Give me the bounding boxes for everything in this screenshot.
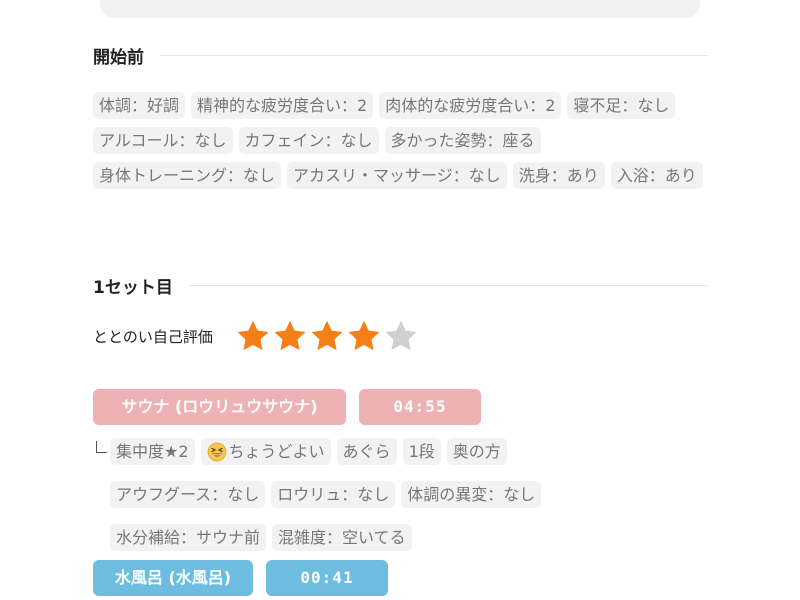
divider	[188, 285, 708, 286]
tag-crowd: 混雑度：空いてる	[272, 524, 412, 551]
previous-card	[100, 0, 700, 18]
sauna-tag-list: 集中度★2 ちょうどよい あぐら 1段 奥の方 アウフグース：なし ロウリュ：な…	[110, 438, 710, 551]
tag-caffeine: カフェイン：なし	[238, 127, 379, 154]
water-bath-label-pill: 水風呂 (水風呂)	[93, 560, 253, 596]
tag-condition: 体調：好調	[93, 92, 186, 119]
star-icon	[311, 320, 343, 351]
tag-mental-fatigue: 精神的な疲労度合い：2	[191, 92, 374, 119]
before-section-header: 開始前	[93, 43, 708, 68]
rating-label: ととのい自己評価	[93, 327, 213, 346]
tag-temperature-feel: ちょうどよい	[200, 438, 331, 465]
branch-icon	[96, 441, 107, 453]
self-rating: ととのい自己評価	[93, 318, 420, 354]
sauna-label-pill: サウナ (ロウリュウサウナ)	[93, 389, 346, 425]
tag-bath: 入浴：あり	[610, 162, 703, 189]
star-icon	[237, 320, 269, 351]
tag-body-wash: 洗身：あり	[512, 162, 605, 189]
star-icon	[385, 320, 417, 351]
tag-loyly: ロウリュ：なし	[271, 481, 396, 508]
water-bath-time-pill: 00:41	[266, 560, 388, 596]
before-section-title: 開始前	[93, 48, 144, 68]
grinning-squint-emoji-icon	[207, 442, 226, 461]
tag-position: 奥の方	[446, 438, 507, 465]
tag-scrub-massage: アカスリ・マッサージ：なし	[287, 162, 507, 189]
tag-posture: あぐら	[336, 438, 397, 465]
tag-health-change: 体調の異変：なし	[401, 481, 542, 508]
set1-section-title: 1セット目	[93, 278, 173, 298]
tag-temperature-feel-label: ちょうどよい	[228, 442, 325, 461]
divider	[160, 55, 708, 56]
tag-aufguss: アウフグース：なし	[110, 481, 266, 508]
tag-posture: 多かった姿勢：座る	[384, 127, 541, 154]
before-tag-list: 体調：好調 精神的な疲労度合い：2 肉体的な疲労度合い：2 寝不足：なし アルコ…	[93, 92, 708, 189]
sauna-time-pill: 04:55	[359, 389, 481, 425]
rating-stars	[235, 318, 420, 354]
tag-alcohol: アルコール：なし	[93, 127, 233, 154]
tag-focus: 集中度★2	[110, 438, 195, 465]
set1-section-header: 1セット目	[93, 273, 708, 298]
tag-physical-fatigue: 肉体的な疲労度合い：2	[379, 92, 562, 119]
tag-training: 身体トレーニング：なし	[93, 162, 282, 189]
star-icon	[348, 320, 380, 351]
star-icon	[274, 320, 306, 351]
tag-hydration: 水分補給：サウナ前	[110, 524, 267, 551]
tag-sleep-deprivation: 寝不足：なし	[567, 92, 676, 119]
tag-tier: 1段	[402, 438, 441, 465]
